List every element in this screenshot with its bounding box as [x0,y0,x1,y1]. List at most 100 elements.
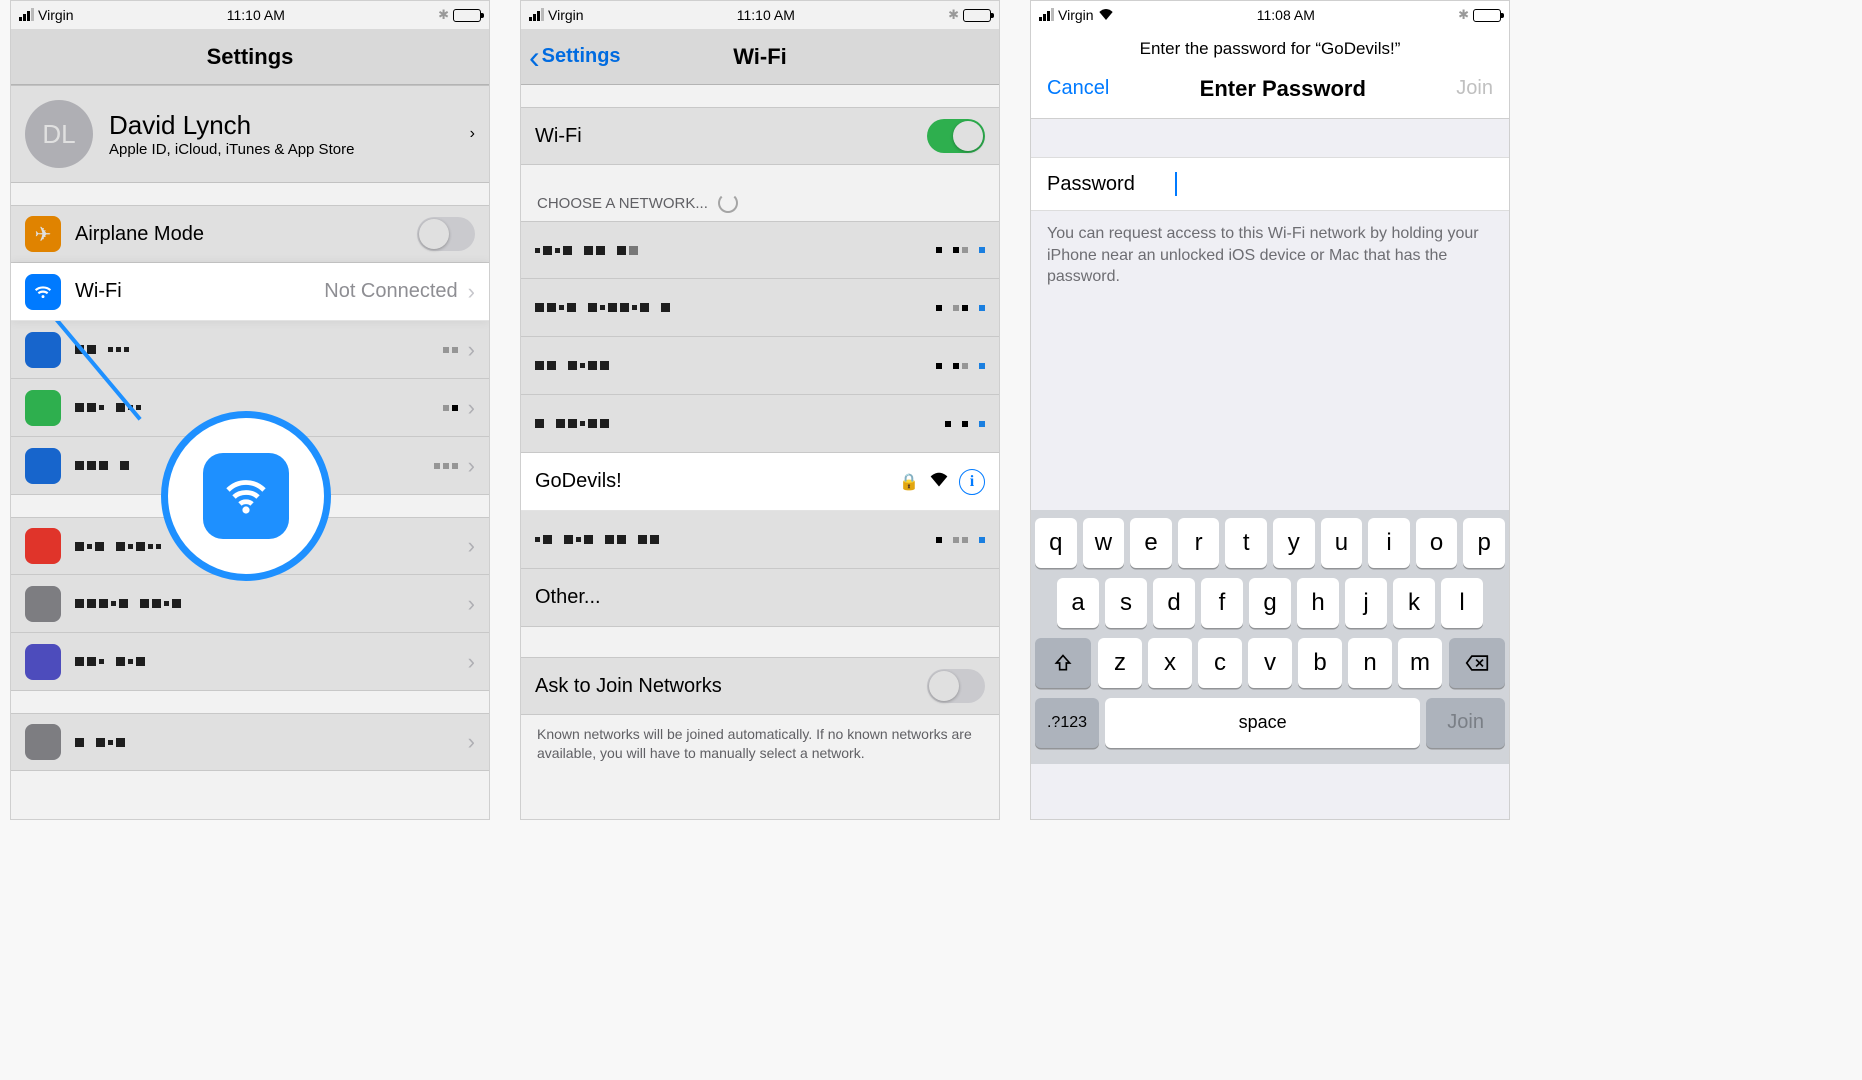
wifi-label: Wi-Fi [535,125,582,148]
network-row-redacted[interactable] [521,395,999,453]
redacted-icon [25,332,61,368]
key-f[interactable]: f [1201,578,1243,628]
other-label: Other... [535,586,601,609]
avatar: DL [25,100,93,168]
wifi-switch[interactable] [927,119,985,153]
chevron-right-icon: › [470,125,475,143]
key-s[interactable]: s [1105,578,1147,628]
network-row-redacted[interactable] [521,337,999,395]
network-row-godevils[interactable]: GoDevils! 🔒 i [521,453,999,511]
airplane-switch[interactable] [417,217,475,251]
key-v[interactable]: v [1248,638,1292,688]
signal-icon [1039,9,1054,21]
key-h[interactable]: h [1297,578,1339,628]
key-w[interactable]: w [1083,518,1125,568]
redacted-row[interactable]: › [11,713,489,771]
bluetooth-icon: ✱ [948,7,959,23]
backspace-key[interactable] [1449,638,1505,688]
nav-bar: Cancel Enter Password Join [1031,59,1509,119]
redacted-row[interactable]: › [11,575,489,633]
password-row[interactable]: Password [1031,157,1509,211]
ask-to-join-row[interactable]: Ask to Join Networks [521,657,999,715]
phone-enter-password: Virgin 11:08 AM ✱ Enter the password for… [1030,0,1510,820]
redacted-icon [25,448,61,484]
carrier: Virgin [1058,7,1094,23]
account-row[interactable]: DL David Lynch Apple ID, iCloud, iTunes … [11,85,489,183]
redacted-icon [25,586,61,622]
redacted-icon [25,724,61,760]
key-o[interactable]: o [1416,518,1458,568]
key-z[interactable]: z [1098,638,1142,688]
join-button[interactable]: Join [1456,77,1493,100]
key-p[interactable]: p [1463,518,1505,568]
signal-icon [19,9,34,21]
battery-icon [1473,9,1501,22]
account-name: David Lynch [109,110,454,141]
key-t[interactable]: t [1225,518,1267,568]
battery-icon [453,9,481,22]
network-row-redacted[interactable] [521,511,999,569]
key-l[interactable]: l [1441,578,1483,628]
callout-bubble [161,411,331,581]
keyboard[interactable]: qwertyuiop asdfghjkl zxcvbnm .?123 space… [1031,510,1509,764]
key-b[interactable]: b [1298,638,1342,688]
shift-key[interactable] [1035,638,1091,688]
airplane-label: Airplane Mode [75,223,204,246]
status-time: 11:10 AM [737,7,795,23]
key-n[interactable]: n [1348,638,1392,688]
key-u[interactable]: u [1321,518,1363,568]
ask-switch[interactable] [927,669,985,703]
numbers-key[interactable]: .?123 [1035,698,1099,748]
choose-network-header: CHOOSE A NETWORK... [521,165,999,221]
airplane-icon: ✈ [25,216,61,252]
wifi-status: Not Connected [324,280,457,303]
page-title: Settings [11,29,489,85]
blank-area [1031,300,1509,510]
status-bar: Virgin 11:10 AM ✱ [521,1,999,29]
airplane-mode-row[interactable]: ✈ Airplane Mode [11,205,489,263]
keyboard-row-2: asdfghjkl [1035,578,1505,628]
network-name: GoDevils! [535,470,622,493]
other-network-row[interactable]: Other... [521,569,999,627]
redacted-row[interactable]: › [11,633,489,691]
key-q[interactable]: q [1035,518,1077,568]
status-bar: Virgin 11:08 AM ✱ [1031,1,1509,29]
password-hint: You can request access to this Wi-Fi net… [1031,211,1509,300]
wifi-row[interactable]: Wi-Fi Not Connected › [11,263,489,321]
key-x[interactable]: x [1148,638,1192,688]
phone-settings: Virgin 11:10 AM ✱ Settings DL David Lync… [10,0,490,820]
key-r[interactable]: r [1178,518,1220,568]
back-label: Settings [542,45,621,68]
chevron-right-icon: › [468,279,475,305]
nav-bar: ‹ Settings Wi-Fi [521,29,999,85]
cancel-button[interactable]: Cancel [1047,77,1109,100]
network-row-redacted[interactable] [521,221,999,279]
wifi-signal-icon [929,471,949,492]
wifi-status-icon [1098,7,1114,23]
wifi-toggle-row[interactable]: Wi-Fi [521,107,999,165]
carrier: Virgin [38,7,74,23]
subheader: Enter the password for “GoDevils!” [1031,29,1509,59]
info-icon[interactable]: i [959,469,985,495]
key-e[interactable]: e [1130,518,1172,568]
key-d[interactable]: d [1153,578,1195,628]
space-key[interactable]: space [1105,698,1420,748]
key-a[interactable]: a [1057,578,1099,628]
ask-footer: Known networks will be joined automatica… [521,715,999,783]
bluetooth-icon: ✱ [438,7,449,23]
key-g[interactable]: g [1249,578,1291,628]
wifi-icon [25,274,61,310]
key-k[interactable]: k [1393,578,1435,628]
key-c[interactable]: c [1198,638,1242,688]
password-label: Password [1047,173,1135,196]
keyboard-join-key[interactable]: Join [1426,698,1505,748]
bluetooth-icon: ✱ [1458,7,1469,23]
redacted-icon [25,390,61,426]
key-j[interactable]: j [1345,578,1387,628]
back-button[interactable]: ‹ Settings [529,29,621,84]
status-bar: Virgin 11:10 AM ✱ [11,1,489,29]
key-y[interactable]: y [1273,518,1315,568]
network-row-redacted[interactable] [521,279,999,337]
key-m[interactable]: m [1398,638,1442,688]
key-i[interactable]: i [1368,518,1410,568]
